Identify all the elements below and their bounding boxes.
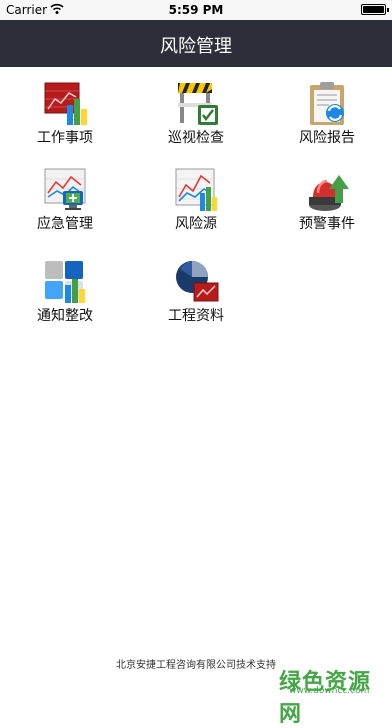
risk-report-icon: [310, 82, 344, 125]
watermark-title: 绿色资源网: [279, 670, 372, 727]
module-label: 工作事项: [37, 130, 93, 146]
watermark-url: www.downcc.com: [289, 686, 370, 696]
emergency-management-icon: [44, 168, 86, 210]
risk-source-icon: [175, 168, 217, 211]
module-label: 巡视检查: [168, 130, 224, 146]
module-project-data[interactable]: 工程资料: [131, 247, 261, 327]
module-label: 工程资料: [168, 308, 224, 324]
module-alarm-event[interactable]: 预警事件: [262, 155, 392, 235]
status-bar: Carrier 5:59 PM: [0, 0, 392, 20]
module-label: 风险源: [175, 216, 217, 232]
module-label: 应急管理: [37, 216, 93, 232]
module-label: 风险报告: [299, 130, 355, 146]
work-items-icon: [44, 82, 87, 125]
project-data-icon: [176, 261, 219, 302]
battery-icon: [361, 4, 389, 15]
watermark: 绿色资源网 www.downcc.com: [279, 666, 384, 727]
navigation-bar: 风险管理: [0, 20, 392, 67]
inspection-icon: [178, 83, 218, 125]
module-risk-report[interactable]: 风险报告: [262, 69, 392, 149]
module-notification[interactable]: 通知整改: [0, 247, 130, 327]
module-label: 预警事件: [299, 216, 355, 232]
page-title: 风险管理: [160, 36, 232, 57]
alarm-event-icon: [309, 175, 349, 211]
module-emergency-management[interactable]: 应急管理: [0, 155, 130, 235]
module-label: 通知整改: [37, 308, 93, 324]
notification-icon: [45, 261, 85, 303]
module-risk-source[interactable]: 风险源: [131, 155, 261, 235]
module-inspection[interactable]: 巡视检查: [131, 69, 261, 149]
status-time: 5:59 PM: [168, 3, 224, 17]
module-work-items[interactable]: 工作事项: [0, 69, 130, 149]
